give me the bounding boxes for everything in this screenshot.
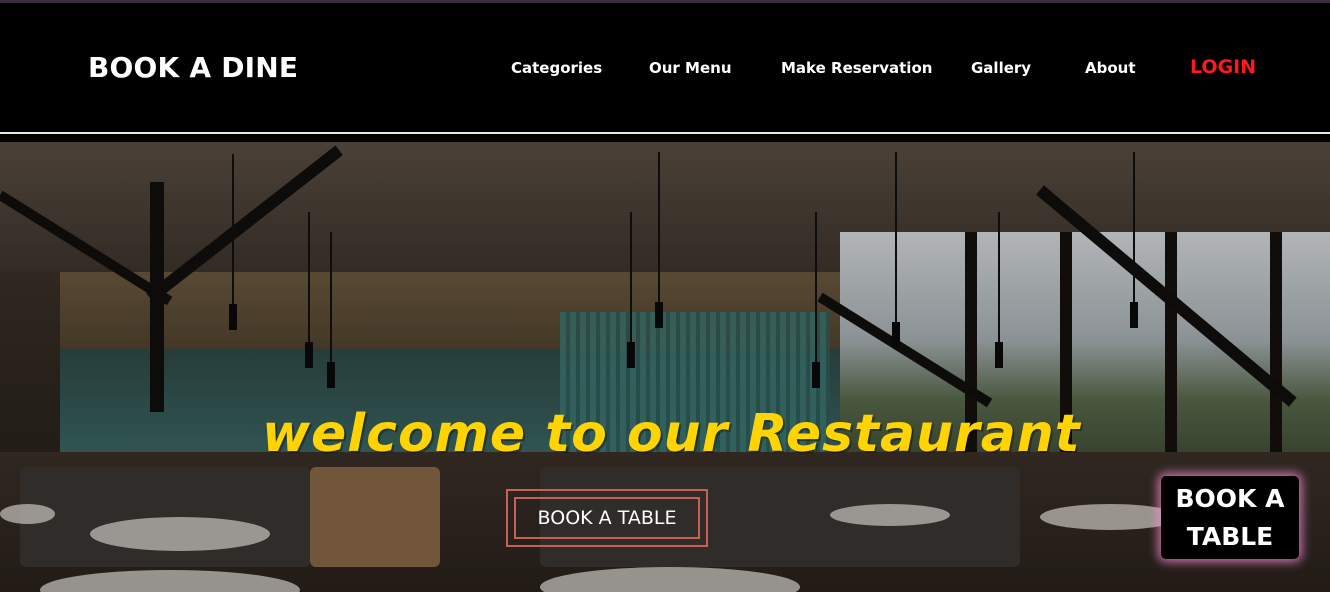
hero-banner: welcome to our Restaurant BOOK A TABLE (0, 142, 1330, 592)
nav-make-reservation[interactable]: Make Reservation (781, 59, 932, 77)
nav-our-menu[interactable]: Our Menu (649, 59, 732, 77)
nav-categories[interactable]: Categories (511, 59, 602, 77)
hero-headline: welcome to our Restaurant (262, 404, 1081, 464)
navbar: BOOK A DINE Categories Our Menu Make Res… (0, 3, 1330, 132)
nav-gallery[interactable]: Gallery (971, 59, 1031, 77)
floating-button-line1: BOOK A (1175, 484, 1285, 513)
brand-logo[interactable]: BOOK A DINE (88, 51, 298, 84)
floating-book-table-button[interactable]: BOOK A TABLE (1161, 476, 1299, 559)
floating-button-line2: TABLE (1186, 522, 1274, 551)
book-table-button[interactable]: BOOK A TABLE (506, 489, 708, 547)
nav-about[interactable]: About (1085, 59, 1136, 77)
book-table-button-label: BOOK A TABLE (514, 497, 700, 539)
login-link[interactable]: LOGIN (1190, 56, 1256, 78)
